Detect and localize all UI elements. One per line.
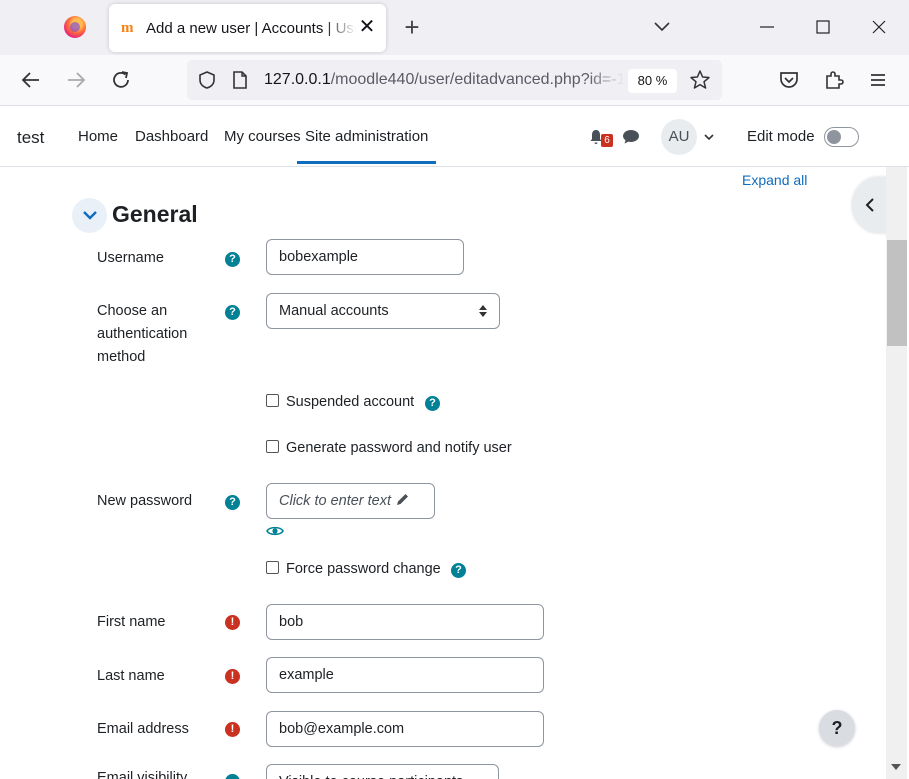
reveal-password-eye-icon[interactable] bbox=[266, 523, 284, 539]
email-input[interactable]: bob@example.com bbox=[266, 711, 544, 747]
select-updown-arrows-icon bbox=[479, 305, 487, 317]
nav-dashboard[interactable]: Dashboard bbox=[135, 128, 208, 145]
new-password-placeholder: Click to enter text bbox=[279, 493, 392, 509]
scrollbar-thumb[interactable] bbox=[887, 240, 907, 346]
username-help-icon[interactable]: ? bbox=[225, 252, 240, 267]
url-bar[interactable]: 127.0.0.1/moodle440/user/editadvanced.ph… bbox=[187, 60, 722, 100]
suspended-help-icon[interactable]: ? bbox=[425, 396, 440, 411]
auth-method-selected: Manual accounts bbox=[279, 303, 389, 319]
minimize-window-icon[interactable] bbox=[752, 12, 782, 42]
first-name-input[interactable]: bob bbox=[266, 604, 544, 640]
zoom-level-button[interactable]: 80 % bbox=[628, 69, 677, 93]
section-title-general: General bbox=[112, 201, 198, 227]
scroll-down-arrow-icon[interactable] bbox=[890, 762, 902, 772]
chevron-down-icon bbox=[83, 211, 97, 220]
auth-method-help-icon[interactable]: ? bbox=[225, 305, 240, 320]
chevron-left-icon bbox=[865, 198, 874, 212]
user-avatar[interactable]: AU bbox=[661, 119, 697, 155]
email-required-icon: ! bbox=[225, 722, 240, 737]
username-label: Username bbox=[97, 250, 164, 266]
site-brand[interactable]: test bbox=[17, 128, 44, 148]
suspended-account-checkbox[interactable] bbox=[266, 394, 279, 407]
tracking-shield-icon[interactable] bbox=[197, 70, 217, 90]
new-tab-button[interactable]: + bbox=[398, 13, 426, 41]
first-name-label: First name bbox=[97, 614, 166, 630]
auth-method-label: Choose an authentication method bbox=[97, 303, 188, 365]
new-password-label: New password bbox=[97, 493, 193, 509]
reload-icon[interactable] bbox=[108, 67, 134, 93]
maximize-window-icon[interactable] bbox=[808, 12, 838, 42]
email-visibility-label: Email visibility bbox=[97, 770, 188, 779]
first-name-required-icon: ! bbox=[225, 615, 240, 630]
app-menu-hamburger-icon[interactable] bbox=[865, 67, 891, 93]
email-label: Email address bbox=[97, 721, 189, 737]
generate-password-label: Generate password and notify user bbox=[286, 440, 512, 456]
force-password-help-icon[interactable]: ? bbox=[451, 563, 466, 578]
firefox-logo-icon bbox=[64, 16, 86, 38]
email-visibility-help-icon[interactable] bbox=[225, 774, 240, 779]
tab-title: Add a new user | Accounts | User bbox=[146, 20, 356, 37]
force-password-change-label: Force password change bbox=[286, 561, 441, 577]
browser-toolbar: 127.0.0.1/moodle440/user/editadvanced.ph… bbox=[0, 55, 909, 106]
suspended-account-label: Suspended account bbox=[286, 394, 415, 410]
suspended-account-row[interactable]: Suspended account bbox=[266, 394, 414, 410]
url-text[interactable]: 127.0.0.1/moodle440/user/editadvanced.ph… bbox=[264, 71, 624, 89]
user-menu-chevron-down-icon[interactable] bbox=[703, 131, 715, 143]
new-password-field[interactable]: Click to enter text bbox=[266, 483, 435, 519]
last-name-input[interactable]: example bbox=[266, 657, 544, 693]
floating-help-button[interactable]: ? bbox=[819, 710, 855, 746]
generate-password-checkbox[interactable] bbox=[266, 440, 279, 453]
url-host: 127.0.0.1 bbox=[264, 71, 331, 88]
nav-my-courses[interactable]: My courses bbox=[224, 128, 301, 145]
tab-close-icon[interactable]: ✕ bbox=[357, 16, 377, 38]
email-visibility-select[interactable]: Visible to course participants bbox=[266, 764, 499, 779]
collapse-general-section-button[interactable] bbox=[72, 198, 107, 233]
expand-all-link[interactable]: Expand all bbox=[742, 172, 807, 188]
notification-count-badge: 6 bbox=[601, 134, 613, 147]
email-visibility-row: Email visibility Visible to course parti… bbox=[0, 764, 886, 779]
pocket-icon[interactable] bbox=[776, 67, 802, 93]
close-window-icon[interactable] bbox=[864, 12, 894, 42]
moodle-favicon-icon: m bbox=[121, 20, 134, 36]
extensions-puzzle-icon[interactable] bbox=[821, 67, 847, 93]
browser-tab-active[interactable]: m Add a new user | Accounts | User ✕ bbox=[109, 4, 386, 52]
generate-password-row[interactable]: Generate password and notify user bbox=[266, 440, 512, 456]
moodle-primary-navigation: test Home Dashboard My courses Site admi… bbox=[0, 106, 909, 167]
url-path: /moodle440/user/editadvanced.php?id=-1 bbox=[330, 71, 624, 88]
nav-site-administration[interactable]: Site administration bbox=[297, 128, 437, 164]
force-password-change-checkbox[interactable] bbox=[266, 561, 279, 574]
new-password-help-icon[interactable]: ? bbox=[225, 495, 240, 510]
list-all-tabs-icon[interactable] bbox=[650, 14, 674, 38]
browser-tab-strip: m Add a new user | Accounts | User ✕ + bbox=[0, 0, 909, 55]
last-name-label: Last name bbox=[97, 668, 165, 684]
nav-home[interactable]: Home bbox=[78, 128, 118, 145]
edit-mode-label: Edit mode bbox=[747, 128, 815, 145]
page-info-icon[interactable] bbox=[231, 70, 249, 90]
back-arrow-icon[interactable] bbox=[18, 67, 44, 93]
force-password-change-row[interactable]: Force password change bbox=[266, 561, 441, 577]
edit-mode-toggle[interactable] bbox=[824, 127, 859, 147]
username-input[interactable]: bobexample bbox=[266, 239, 464, 275]
last-name-required-icon: ! bbox=[225, 669, 240, 684]
pencil-edit-icon bbox=[397, 494, 409, 505]
auth-method-select[interactable]: Manual accounts bbox=[266, 293, 500, 329]
messages-chat-icon[interactable] bbox=[622, 129, 640, 145]
bookmark-star-icon[interactable] bbox=[689, 69, 711, 91]
forward-arrow-icon[interactable] bbox=[63, 67, 89, 93]
